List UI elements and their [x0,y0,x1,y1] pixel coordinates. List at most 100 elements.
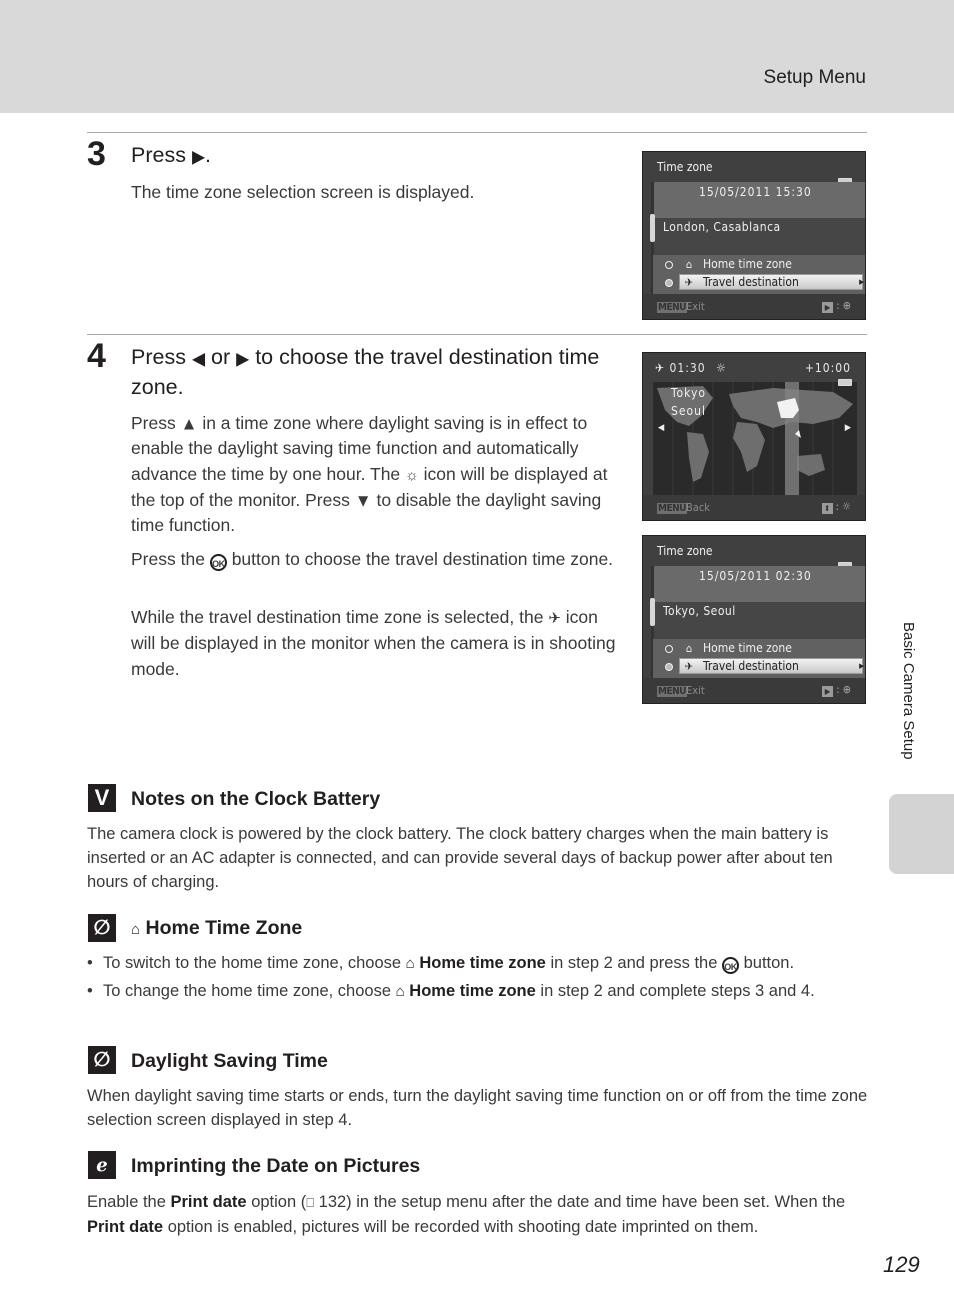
bold-text: Home time zone [409,982,536,1000]
bold-text: Home time zone [419,954,546,972]
submenu-arrow-icon: ▶ [859,662,864,670]
menu-button-icon: MENU [657,503,687,514]
option-label: Travel destination [703,275,799,289]
scrollbar-thumb [650,598,655,626]
heading-text: Press [131,345,186,369]
footer-hint: ▶ : ⊕ [822,683,851,697]
step-heading: Press ▶. [131,141,211,171]
screen-title: Time zone [657,160,713,174]
divider [87,132,867,133]
bold-text: Print date [170,1193,247,1211]
camera-screen-time-zone-tokyo: Time zone 15/05/2011 02:30 Tokyo, Seoul … [642,535,866,704]
left-arrow-icon: ◀ [191,348,206,369]
text: button. [743,954,795,972]
screen-city: Tokyo, Seoul [663,604,736,618]
divider [87,334,867,335]
bold-text: Print date [87,1218,164,1236]
step-number: 3 [87,135,106,173]
text: in step 2 and press the [550,954,718,972]
time-value: 01:30 [669,361,706,375]
note-body: When daylight saving time starts or ends… [87,1087,868,1129]
chapter-label: Basic Camera Setup [900,622,917,760]
page-reference-book-icon: ⎕ [306,1195,315,1210]
home-icon: ⌂ [405,955,415,972]
header-band [0,0,954,113]
text: option is enabled, pictures will be reco… [167,1218,759,1236]
note-body: Enable the Print date option (⎕ 132) in … [87,1190,872,1239]
step-paragraph: Press the OK button to choose the travel… [131,547,616,572]
heading-text: Press [131,143,186,167]
option-travel-destination[interactable]: ✈ Travel destination ▶ [665,274,865,291]
option-label: Travel destination [703,659,799,673]
text: Enable the [87,1193,166,1211]
note-heading: Notes on the Clock Battery [131,788,381,810]
up-arrow-icon: ▲ [180,413,198,434]
camera-screen-time-zone-london: Time zone 15/05/2011 15:30 London, Casab… [642,151,866,320]
home-icon: ⌂ [395,983,405,1000]
utc-offset: +10:00 [804,361,851,375]
left-arrow-icon[interactable]: ◀ [658,423,664,433]
radio-unselected-icon [665,261,673,269]
right-arrow-icon: ▶ [236,348,250,369]
plane-icon: ✈ [655,361,666,375]
text: Press [131,413,176,433]
multi-selector-right-icon: ▶ [822,686,834,697]
footer-hint: ▶ : ⊕ [822,299,851,313]
step-paragraph: Press ▲ in a time zone where daylight sa… [131,411,616,538]
city-name: Seoul [671,404,706,418]
note-pencil-icon: ∅ [88,914,116,942]
text: To change the home time zone, choose [103,982,392,1000]
bullet-text: To change the home time zone, choose ⌂ H… [87,979,872,1004]
multi-selector-right-icon: ▶ [822,302,834,313]
page-reference-link[interactable]: 132) in the setup menu after the date an… [319,1193,846,1211]
ok-button-icon: OK [209,554,227,571]
right-arrow-icon: ▶ [191,146,206,167]
list-item: • To switch to the home time zone, choos… [87,951,872,976]
right-arrow-icon[interactable]: ▶ [845,423,851,433]
note-body: The camera clock is powered by the clock… [87,825,833,891]
globe-icon: ⊕ [842,683,851,696]
text: While the travel destination time zone i… [131,607,544,627]
option-label: Home time zone [703,641,792,655]
menu-button-icon: MENU [657,302,687,313]
submenu-arrow-icon: ▶ [859,278,864,286]
step-number: 4 [87,337,106,375]
footer-label: Exit [686,300,705,313]
option-home-time-zone[interactable]: ⌂ Home time zone [665,640,865,657]
battery-icon [838,379,852,386]
home-icon: ⌂ [131,921,141,938]
list-item: • To change the home time zone, choose ⌂… [87,979,872,1004]
text: Press the [131,549,205,569]
more-info-icon: ℯ [88,1151,116,1179]
bullet-icon: • [87,982,93,1000]
heading-text: Home Time Zone [145,917,303,939]
camera-screen-world-map: ✈ 01:30 ☼ +10:00 Tokyo Seoul ◀ ▶ MENU Ba… [642,352,866,521]
home-icon: ⌂ [685,642,693,655]
step-heading: Press ◀ or ▶ to choose the travel destin… [131,343,616,402]
page-number: 129 [883,1252,920,1277]
radio-selected-icon [665,279,673,287]
caution-check-icon: V [88,784,116,812]
chapter-tab-label: Basic Camera Setup [880,622,932,792]
text: option ( [251,1193,307,1211]
footer-label: Back [686,501,711,514]
multi-selector-updown-icon: ⬍ [821,503,833,514]
globe-icon: ⊕ [842,299,851,312]
text: To switch to the home time zone, choose [103,954,402,972]
screen-city: London, Casablanca [663,220,781,234]
option-home-time-zone[interactable]: ⌂ Home time zone [665,256,865,273]
plane-icon: ✈ [684,660,694,673]
note-heading: Imprinting the Date on Pictures [131,1155,421,1177]
radio-selected-icon [665,663,673,671]
note-heading: ⌂ Home Time Zone [131,917,302,940]
option-label: Home time zone [703,257,792,271]
heading-text: or [211,345,231,369]
plane-icon: ✈ [684,276,694,289]
footer-label: Exit [686,684,705,697]
screen-datetime: 15/05/2011 15:30 [699,185,812,199]
daylight-saving-icon: ☼ [716,361,727,375]
heading-text: . [205,143,212,167]
footer-hint: ⬍ : ☼ [821,500,851,514]
daylight-saving-icon: ☼ [405,466,419,484]
option-travel-destination[interactable]: ✈ Travel destination ▶ [665,658,865,675]
